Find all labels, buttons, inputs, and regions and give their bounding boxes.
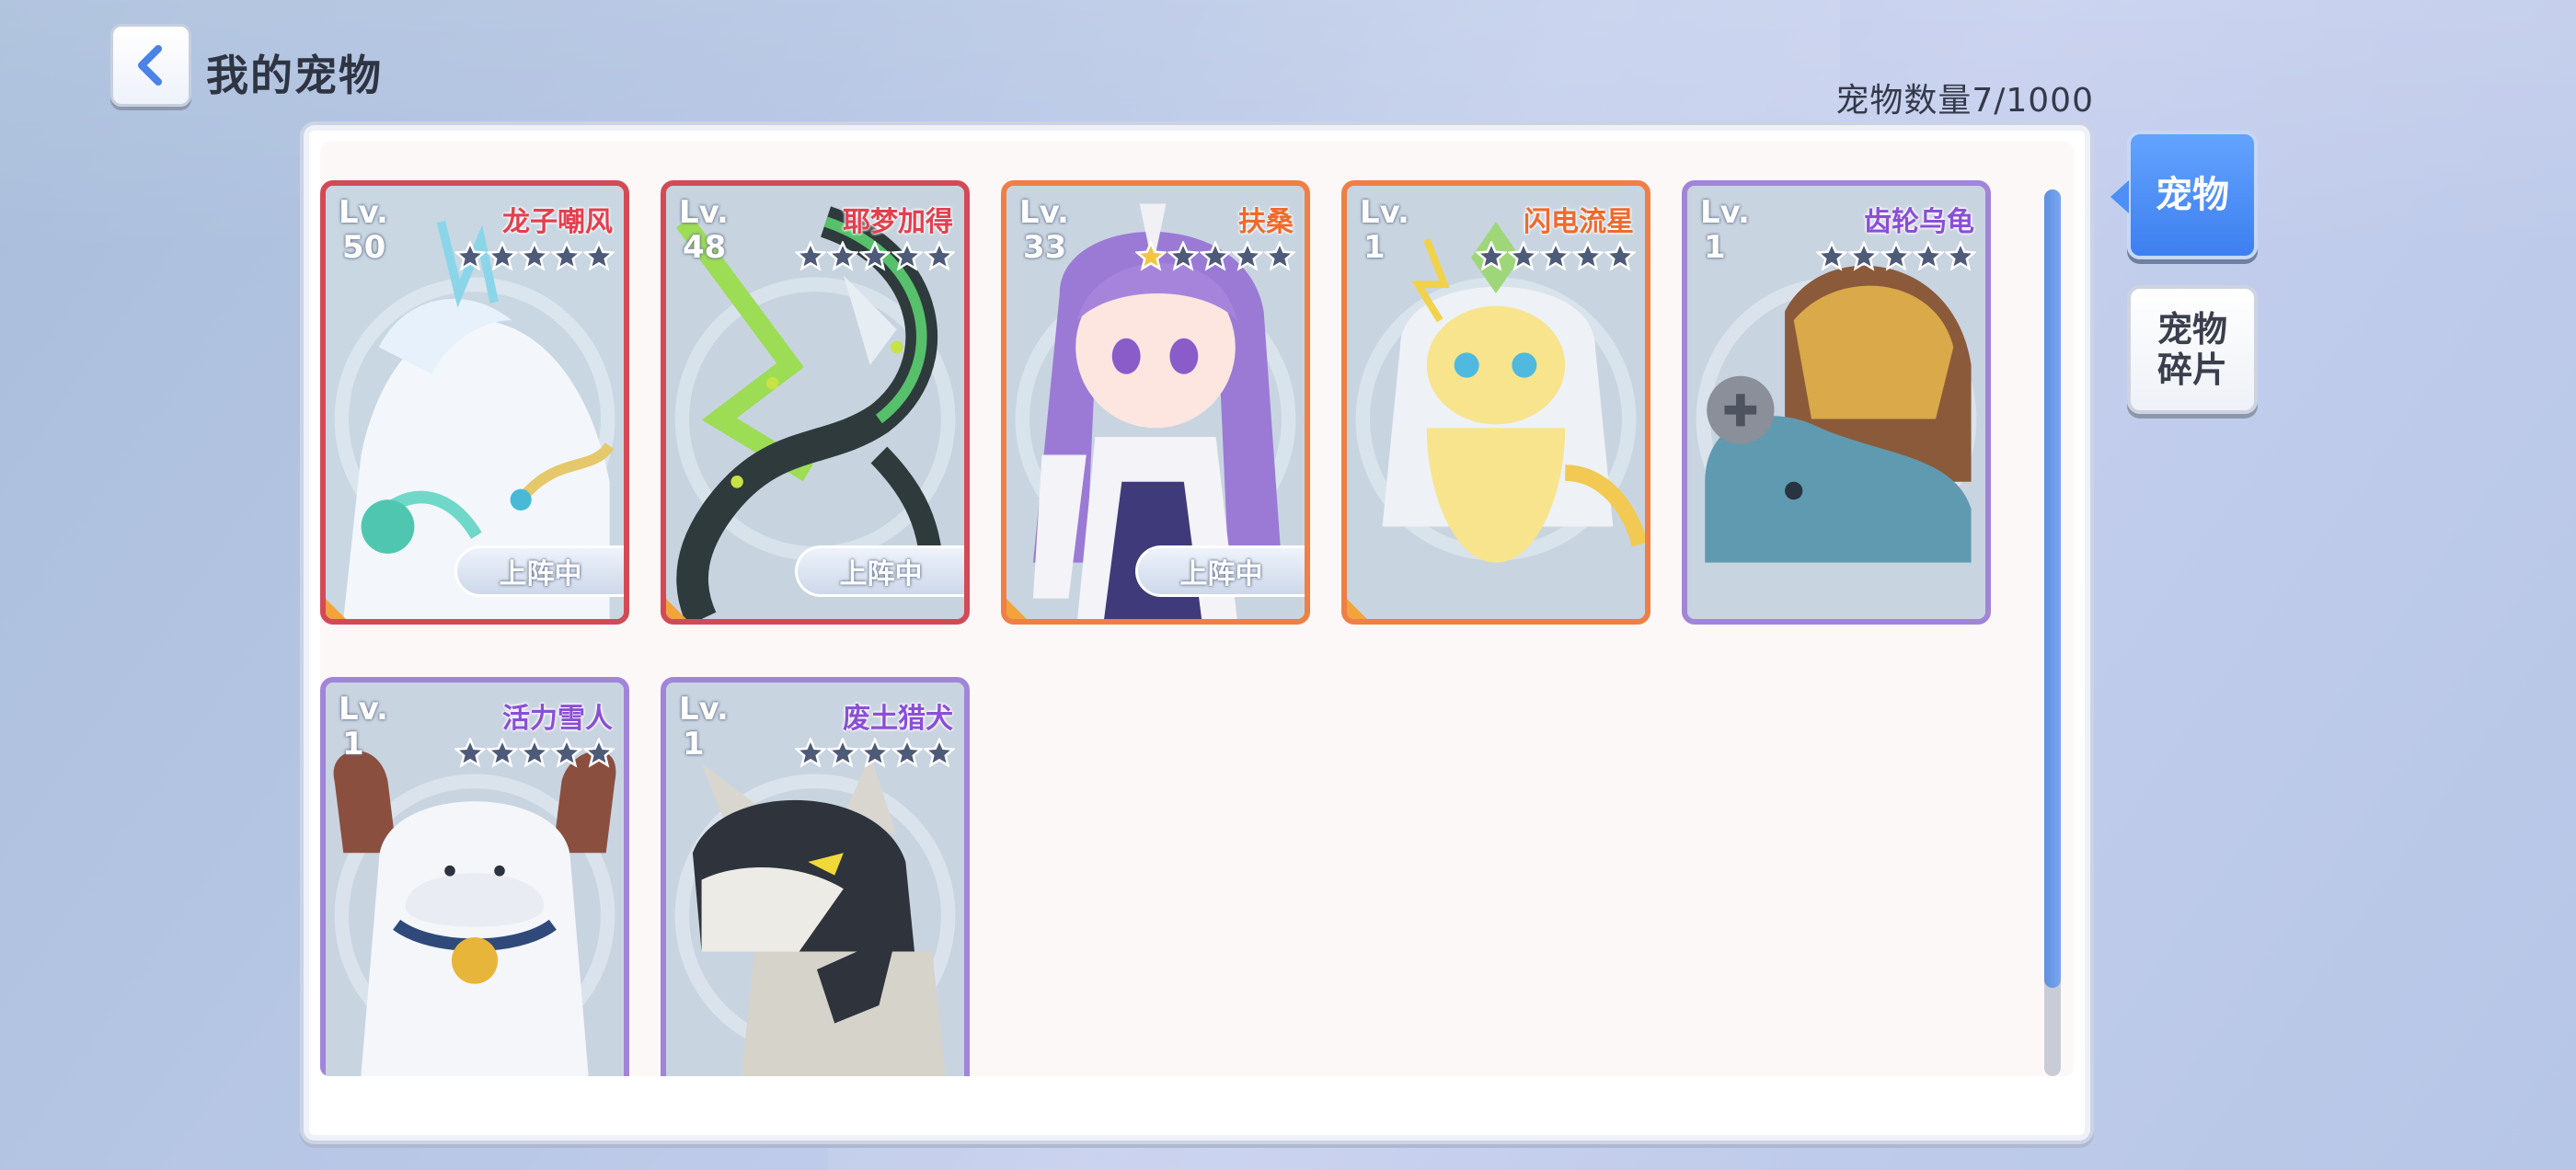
pet-name: 齿轮乌龟 bbox=[1864, 206, 1974, 238]
star-empty-icon bbox=[1604, 241, 1636, 271]
star-empty-icon bbox=[827, 241, 858, 271]
star-empty-icon bbox=[454, 241, 486, 271]
back-button[interactable] bbox=[110, 24, 191, 107]
pet-level: Lv. 33 bbox=[1019, 194, 1069, 266]
pet-card-7[interactable]: Lv. 1 废土猎犬 bbox=[661, 677, 970, 1076]
rarity-corner bbox=[1006, 599, 1027, 619]
pet-level: Lv. 1 bbox=[1360, 194, 1409, 266]
pet-name: 活力雪人 bbox=[502, 703, 613, 735]
star-empty-icon bbox=[1232, 241, 1263, 271]
tab-pets[interactable]: 宠物 bbox=[2110, 131, 2258, 259]
pet-level: Lv. 48 bbox=[679, 194, 729, 266]
scrollbar-thumb[interactable] bbox=[2044, 189, 2061, 988]
pet-name: 废土猎犬 bbox=[843, 703, 953, 735]
star-empty-icon bbox=[891, 241, 923, 271]
pet-level: Lv. 1 bbox=[1700, 194, 1750, 266]
in-lineup-badge: 上阵中 bbox=[1135, 545, 1305, 597]
star-rating bbox=[454, 738, 615, 769]
pet-name: 龙子嘲风 bbox=[502, 206, 613, 238]
pet-card-2[interactable]: Lv. 48 耶梦加得 上阵中 bbox=[661, 180, 970, 625]
star-empty-icon bbox=[1264, 241, 1295, 271]
star-empty-icon bbox=[1945, 241, 1976, 271]
star-empty-icon bbox=[1572, 241, 1604, 271]
page-title: 我的宠物 bbox=[206, 51, 383, 100]
star-empty-icon bbox=[924, 241, 955, 271]
star-empty-icon bbox=[1848, 241, 1880, 271]
star-empty-icon bbox=[583, 738, 615, 768]
pet-card-3[interactable]: Lv. 33 扶桑 上阵中 bbox=[1001, 180, 1310, 625]
star-empty-icon bbox=[795, 241, 826, 271]
star-empty-icon bbox=[454, 738, 486, 768]
pet-name: 扶桑 bbox=[1238, 206, 1294, 238]
pet-card-5[interactable]: Lv. 1 齿轮乌龟 bbox=[1682, 180, 1991, 625]
star-empty-icon bbox=[859, 738, 891, 768]
pet-name: 耶梦加得 bbox=[843, 206, 953, 238]
pet-count: 宠物数量7/1000 bbox=[1835, 82, 2094, 120]
star-rating bbox=[795, 241, 955, 272]
rarity-corner bbox=[326, 599, 346, 619]
pet-list-panel: Lv. 50 龙子嘲风 上阵中 Lv. 48 耶梦加得 上阵中 Lv. 33 扶… bbox=[300, 121, 2094, 1144]
rarity-corner bbox=[666, 599, 686, 619]
star-empty-icon bbox=[795, 738, 826, 768]
star-empty-icon bbox=[1913, 241, 1944, 271]
pet-card-4[interactable]: Lv. 1 闪电流星 bbox=[1341, 180, 1650, 625]
pet-name: 闪电流星 bbox=[1524, 206, 1634, 238]
pet-card-1[interactable]: Lv. 50 龙子嘲风 上阵中 bbox=[320, 180, 629, 625]
star-filled-icon bbox=[1135, 241, 1167, 271]
star-empty-icon bbox=[859, 241, 891, 271]
star-rating bbox=[454, 241, 615, 272]
vertical-scrollbar[interactable] bbox=[2044, 189, 2061, 1076]
star-empty-icon bbox=[1167, 241, 1199, 271]
star-rating bbox=[1135, 241, 1295, 272]
star-empty-icon bbox=[551, 241, 582, 271]
pet-card-6[interactable]: Lv. 1 活力雪人 bbox=[320, 677, 629, 1076]
in-lineup-badge: 上阵中 bbox=[795, 545, 964, 597]
star-empty-icon bbox=[924, 738, 955, 768]
pet-level: Lv. 1 bbox=[339, 691, 388, 763]
star-empty-icon bbox=[583, 241, 615, 271]
star-empty-icon bbox=[487, 241, 518, 271]
in-lineup-badge: 上阵中 bbox=[454, 545, 624, 597]
star-empty-icon bbox=[519, 241, 550, 271]
tab-pet-fragments[interactable]: 宠物碎片 bbox=[2127, 285, 2258, 414]
tab-pet-fragments-label: 宠物碎片 bbox=[2156, 309, 2227, 390]
pet-level: Lv. 50 bbox=[339, 194, 388, 266]
star-rating bbox=[1816, 241, 1976, 272]
pet-grid-viewport[interactable]: Lv. 50 龙子嘲风 上阵中 Lv. 48 耶梦加得 上阵中 Lv. 33 扶… bbox=[320, 142, 2074, 1076]
star-empty-icon bbox=[827, 738, 858, 768]
star-empty-icon bbox=[1816, 241, 1847, 271]
star-empty-icon bbox=[1200, 241, 1231, 271]
star-empty-icon bbox=[891, 738, 923, 768]
star-empty-icon bbox=[1880, 241, 1912, 271]
star-empty-icon bbox=[1508, 241, 1539, 271]
pet-level: Lv. 1 bbox=[679, 691, 729, 763]
rarity-corner bbox=[1347, 599, 1367, 619]
star-empty-icon bbox=[1540, 241, 1571, 271]
star-rating bbox=[795, 738, 955, 769]
chevron-left-icon bbox=[138, 45, 162, 86]
star-empty-icon bbox=[519, 738, 550, 768]
star-empty-icon bbox=[1476, 241, 1507, 271]
star-rating bbox=[1476, 241, 1636, 272]
star-empty-icon bbox=[551, 738, 582, 768]
star-empty-icon bbox=[487, 738, 518, 768]
